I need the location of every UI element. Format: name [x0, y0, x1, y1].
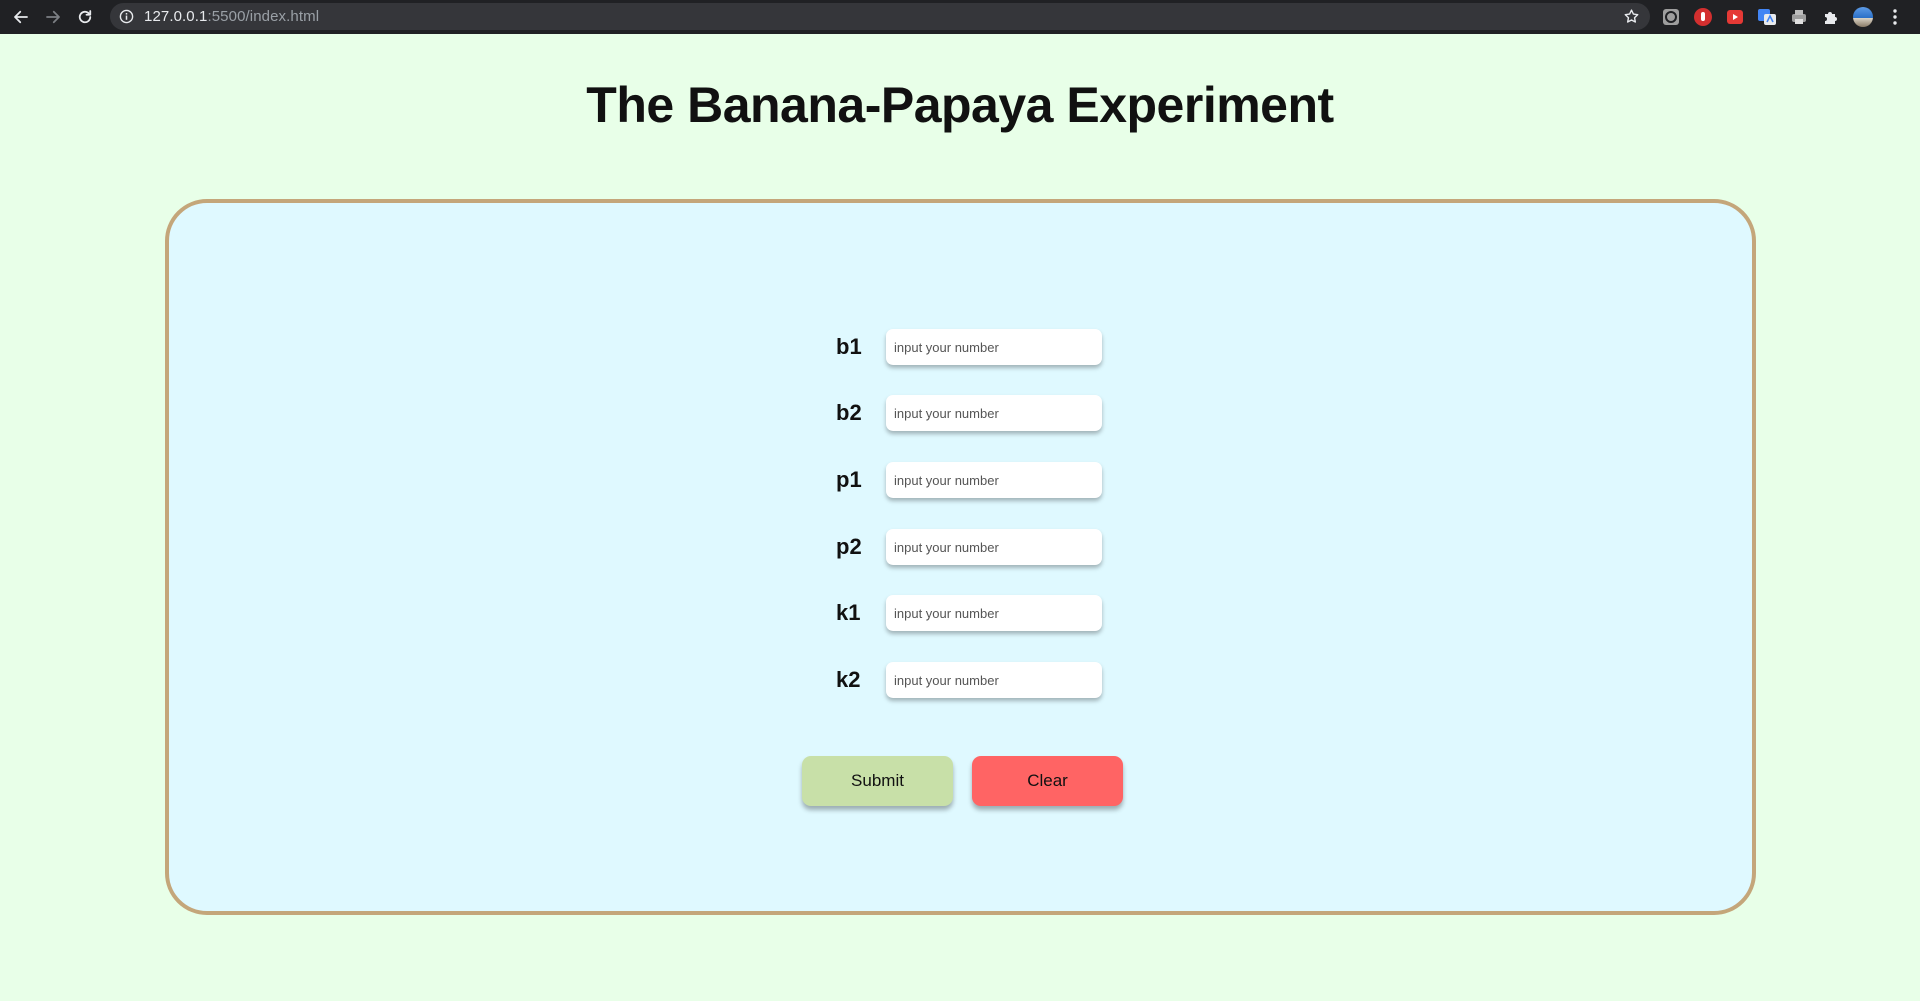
field-label-p2: p2 — [836, 534, 862, 559]
field-row-p1: p1 — [829, 460, 1102, 500]
input-k2[interactable] — [886, 662, 1102, 698]
extensions-area — [1660, 0, 1906, 34]
extension-red-play-icon[interactable] — [1724, 6, 1746, 28]
submit-button[interactable]: Submit — [802, 756, 953, 806]
extension-puzzle-icon[interactable] — [1820, 6, 1842, 28]
field-row-k1: k1 — [829, 593, 1102, 633]
field-row-k2: k2 — [829, 660, 1102, 700]
extension-translate-icon[interactable] — [1756, 6, 1778, 28]
input-b2[interactable] — [886, 395, 1102, 431]
star-icon[interactable] — [1623, 8, 1640, 25]
clear-button[interactable]: Clear — [972, 756, 1123, 806]
field-row-b2: b2 — [829, 393, 1102, 433]
field-label-k1: k1 — [836, 600, 861, 625]
address-bar[interactable]: 127.0.0.1:5500/index.html — [110, 3, 1650, 30]
form-card: b1 b2 p1 p2 k1 k2 Submit Clear — [165, 199, 1756, 915]
extension-red-hand-icon[interactable] — [1692, 6, 1714, 28]
browser-toolbar: 127.0.0.1:5500/index.html — [0, 0, 1920, 34]
url-host: 127.0.0.1 — [144, 8, 208, 25]
field-label-p1: p1 — [836, 467, 862, 492]
input-p1[interactable] — [886, 462, 1102, 498]
input-k1[interactable] — [886, 595, 1102, 631]
more-menu-icon[interactable] — [1884, 6, 1906, 28]
field-label-k2: k2 — [836, 667, 861, 692]
reload-icon[interactable] — [69, 1, 101, 33]
forward-arrow-icon[interactable] — [37, 1, 69, 33]
field-label-b1: b1 — [836, 334, 862, 359]
extension-printer-icon[interactable] — [1788, 6, 1810, 28]
back-arrow-icon[interactable] — [5, 1, 37, 33]
input-b1[interactable] — [886, 329, 1102, 365]
extension-gray-icon[interactable] — [1660, 6, 1682, 28]
url-text: 127.0.0.1:5500/index.html — [144, 8, 319, 25]
page-title: The Banana-Papaya Experiment — [586, 77, 1334, 133]
info-icon[interactable] — [118, 9, 134, 25]
field-label-b2: b2 — [836, 400, 862, 425]
input-p2[interactable] — [886, 529, 1102, 565]
url-path: :5500/index.html — [207, 8, 320, 25]
profile-avatar[interactable] — [1852, 6, 1874, 28]
field-row-b1: b1 — [829, 327, 1102, 367]
field-row-p2: p2 — [829, 527, 1102, 567]
